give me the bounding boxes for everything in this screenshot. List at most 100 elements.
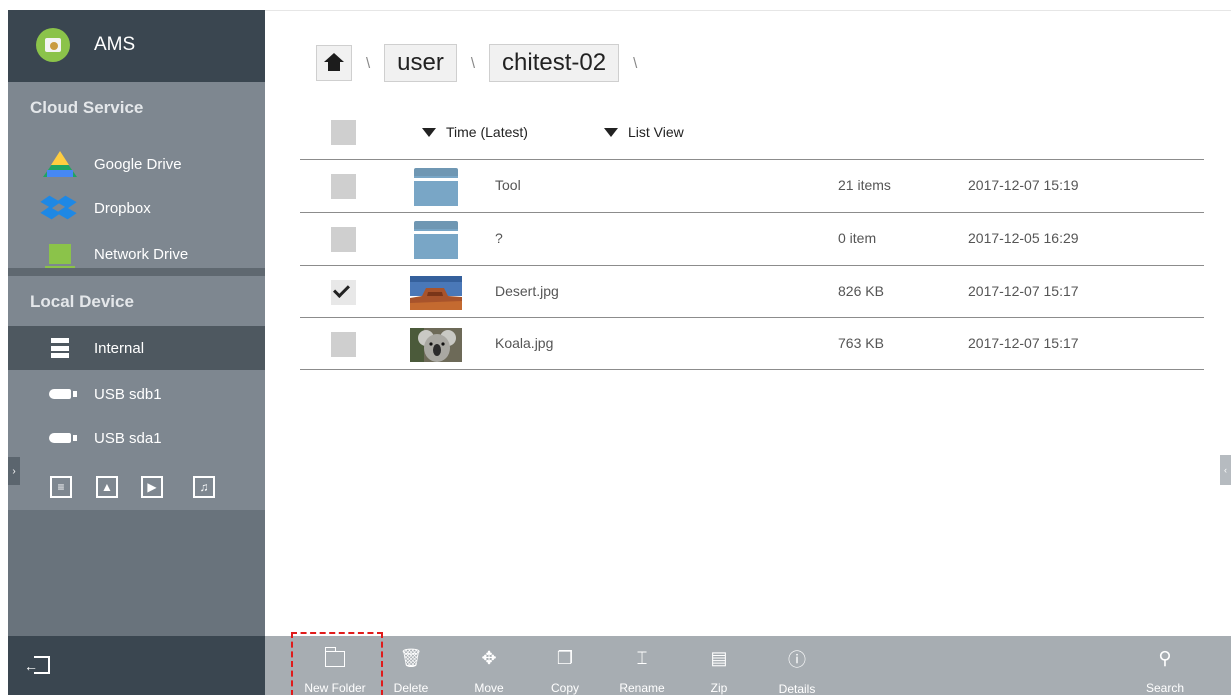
zip-label: Zip <box>710 681 728 695</box>
sidebar-item-google-drive[interactable]: Google Drive <box>8 142 265 186</box>
sidebar-item-label: Network Drive <box>94 245 189 263</box>
file-date: 2017-12-07 15:17 <box>968 335 1079 351</box>
koala-thumbnail <box>410 328 462 362</box>
triangle-down-icon <box>604 127 618 137</box>
sidebar-item-label: USB sda1 <box>94 429 162 447</box>
breadcrumb-separator: \ <box>470 54 476 72</box>
home-icon <box>324 53 344 71</box>
checkmark-icon <box>333 281 350 298</box>
bottom-toolbar: New Folder 🗑 Delete ✥ Move ❐ Copy ⌶ Rena… <box>265 636 1231 695</box>
file-row-tool[interactable]: Tool 21 items 2017-12-07 15:19 <box>300 160 1204 212</box>
details-label: Details <box>778 682 816 695</box>
sidebar-item-label[interactable]: Internal <box>94 340 144 357</box>
file-date: 2017-12-05 16:29 <box>968 230 1079 246</box>
trash-icon: 🗑 <box>399 648 423 668</box>
google-drive-icon <box>42 150 78 178</box>
row-divider <box>300 369 1204 370</box>
usb-icon <box>42 380 78 408</box>
copy-label: Copy <box>550 681 579 695</box>
sidebar-item-label: USB sdb1 <box>94 385 162 403</box>
details-button[interactable]: ⓘ Details <box>767 636 827 695</box>
server-icon <box>42 334 78 362</box>
exit-bar: ← <box>8 636 265 695</box>
breadcrumb-home[interactable] <box>316 45 352 81</box>
view-label: List View <box>628 124 684 140</box>
row-checkbox[interactable] <box>331 174 356 199</box>
image-icon[interactable]: ▲ <box>96 476 118 498</box>
delete-button[interactable]: 🗑 Delete <box>383 636 439 695</box>
app-window: AMS Cloud Service Google Drive Dropbox N… <box>0 0 1231 695</box>
row-checkbox-checked[interactable] <box>331 280 356 305</box>
zip-button[interactable]: ▤ Zip <box>691 636 747 695</box>
ams-logo-icon <box>36 28 70 62</box>
sidebar-divider <box>8 268 265 276</box>
folder-icon <box>414 221 458 259</box>
folder-icon <box>414 168 458 206</box>
file-name: ? <box>495 230 503 246</box>
list-header: Time (Latest) List View <box>300 112 1204 160</box>
move-arrows-icon: ✥ <box>481 648 497 668</box>
network-drive-icon <box>42 240 78 268</box>
file-size: 0 item <box>838 230 877 246</box>
search-label: Search <box>1145 681 1185 695</box>
row-checkbox[interactable] <box>331 227 356 252</box>
dropbox-icon <box>40 194 78 222</box>
file-date: 2017-12-07 15:19 <box>968 177 1079 193</box>
cloud-service-section: Cloud Service Google Drive Dropbox Netwo… <box>8 82 265 274</box>
file-row-desert[interactable]: Desert.jpg 826 KB 2017-12-07 15:17 <box>300 266 1204 318</box>
sort-label: Time (Latest) <box>446 124 528 140</box>
document-icon[interactable]: ≡ <box>50 476 72 498</box>
file-name: Koala.jpg <box>495 335 554 351</box>
sidebar-item-internal[interactable]: Internal <box>8 326 265 370</box>
search-icon: ⚲ <box>1158 648 1172 668</box>
file-row-koala[interactable]: Koala.jpg 763 KB 2017-12-07 15:17 <box>300 318 1204 370</box>
file-size: 763 KB <box>838 335 884 351</box>
row-checkbox[interactable] <box>331 332 356 357</box>
highlight-annotation-box <box>291 632 383 695</box>
breadcrumb-separator: \ <box>366 54 371 72</box>
breadcrumb-item-chitest-02[interactable]: chitest-02 <box>489 44 620 82</box>
file-name: Tool <box>495 177 521 193</box>
triangle-down-icon <box>422 127 436 137</box>
right-panel-handle[interactable]: ‹ <box>1220 455 1231 485</box>
copy-button[interactable]: ❐ Copy <box>537 636 593 695</box>
breadcrumb: \ user \ chitest-02 \ <box>316 44 651 82</box>
sidebar: AMS Cloud Service Google Drive Dropbox N… <box>8 10 265 695</box>
usb-icon <box>42 424 78 452</box>
cloud-service-title: Cloud Service <box>30 98 144 117</box>
desert-thumbnail <box>410 276 462 310</box>
sort-dropdown[interactable]: Time (Latest) <box>422 124 528 140</box>
move-button[interactable]: ✥ Move <box>461 636 517 695</box>
zip-icon: ▤ <box>710 648 728 668</box>
top-border <box>265 10 1231 11</box>
app-title: AMS <box>94 34 136 55</box>
delete-label: Delete <box>393 681 429 695</box>
media-filter-row: ≡ ▲ ▶ ♫ <box>8 470 265 510</box>
sidebar-item-dropbox[interactable]: Dropbox <box>8 186 265 230</box>
info-icon: ⓘ <box>788 650 806 670</box>
music-icon[interactable]: ♫ <box>193 476 215 498</box>
select-all-checkbox[interactable] <box>331 120 356 145</box>
sidebar-item-usb-sda1[interactable]: USB sda1 <box>8 416 265 460</box>
rename-button[interactable]: ⌶ Rename <box>611 636 673 695</box>
breadcrumb-separator: \ <box>633 54 638 72</box>
file-date: 2017-12-07 15:17 <box>968 283 1079 299</box>
move-label: Move <box>474 681 504 695</box>
copy-icon: ❐ <box>556 648 574 668</box>
sidebar-item-label: Dropbox <box>94 199 151 217</box>
breadcrumb-item-user[interactable]: user <box>384 44 457 82</box>
video-icon[interactable]: ▶ <box>141 476 163 498</box>
app-header: AMS <box>8 10 265 82</box>
search-button[interactable]: ⚲ Search <box>1135 636 1195 695</box>
local-device-title: Local Device <box>30 292 134 311</box>
rename-label: Rename <box>619 681 665 695</box>
sidebar-item-label: Google Drive <box>94 155 182 173</box>
sidebar-item-usb-sdb1[interactable]: USB sdb1 <box>8 372 265 416</box>
file-row-unknown[interactable]: ? 0 item 2017-12-05 16:29 <box>300 213 1204 265</box>
rename-icon: ⌶ <box>636 648 648 668</box>
file-name: Desert.jpg <box>495 283 559 299</box>
file-size: 826 KB <box>838 283 884 299</box>
sidebar-collapse-handle[interactable]: › <box>8 457 20 485</box>
file-size: 21 items <box>838 177 891 193</box>
view-dropdown[interactable]: List View <box>604 124 684 140</box>
